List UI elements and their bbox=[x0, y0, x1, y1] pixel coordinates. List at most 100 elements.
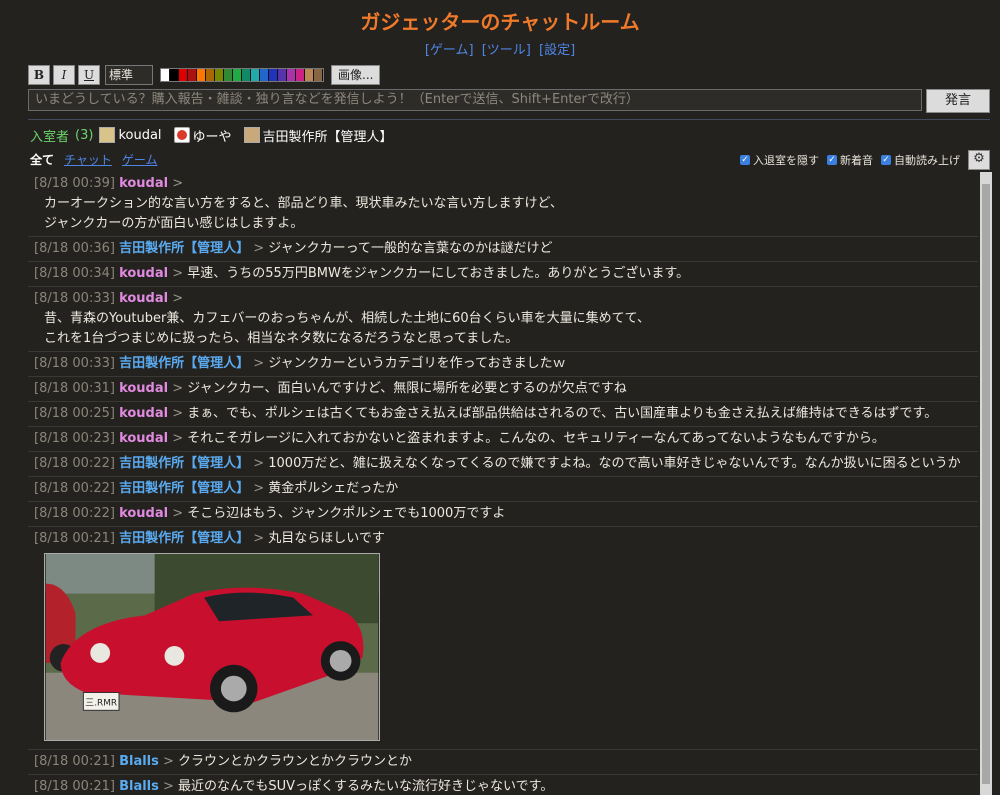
color-swatch[interactable] bbox=[269, 69, 278, 81]
chat-message: [8/18 00:25] koudal > まぁ、でも、ポルシェは古くてもお金さ… bbox=[28, 402, 978, 427]
color-swatch[interactable] bbox=[224, 69, 233, 81]
member-bar: 入室者 (3) koudal ゆーや 吉田製作所【管理人】 bbox=[30, 125, 399, 145]
tab-all[interactable]: 全て bbox=[30, 151, 54, 169]
separator: > bbox=[158, 754, 179, 769]
gear-icon[interactable]: ⚙ bbox=[968, 150, 990, 170]
message-text: 丸目ならほしいです bbox=[268, 531, 385, 546]
separator: > bbox=[249, 241, 269, 256]
message-author[interactable]: koudal bbox=[119, 431, 168, 446]
message-time: [8/18 00:36] bbox=[34, 241, 120, 256]
color-swatch[interactable] bbox=[161, 69, 170, 81]
avatar bbox=[243, 127, 260, 143]
scrollbar[interactable] bbox=[980, 172, 992, 795]
chat-message: [8/18 00:22] koudal > そこら辺はもう、ジャンクポルシェでも… bbox=[28, 502, 978, 527]
tab-game[interactable]: ゲーム bbox=[122, 151, 158, 169]
send-button[interactable]: 発言 bbox=[926, 89, 990, 113]
separator: > bbox=[249, 481, 269, 496]
separator: > bbox=[168, 176, 184, 191]
message-author[interactable]: koudal bbox=[119, 176, 168, 191]
chat-message: [8/18 00:22] 吉田製作所【管理人】 > 1000万だと、雑に扱えなく… bbox=[28, 452, 978, 477]
checkbox-icon[interactable]: ✓ bbox=[740, 155, 750, 165]
underline-button[interactable]: U bbox=[78, 65, 100, 85]
hide-entry-option[interactable]: ✓ 入退室を隠す bbox=[740, 152, 819, 168]
message-time: [8/18 00:33] bbox=[34, 291, 120, 306]
message-author[interactable]: koudal bbox=[119, 291, 168, 306]
member-yoshida[interactable]: 吉田製作所【管理人】 bbox=[243, 126, 393, 145]
member-name: koudal bbox=[118, 127, 162, 143]
message-time: [8/18 00:22] bbox=[34, 481, 120, 496]
color-swatch[interactable] bbox=[287, 69, 296, 81]
message-author[interactable]: Blalls bbox=[119, 754, 159, 769]
color-swatch[interactable] bbox=[188, 69, 197, 81]
settings-link[interactable]: [設定] bbox=[539, 43, 575, 58]
message-text: これを1台づつまじめに扱ったら、相当なネタ数になるだろうなと思ってました。 bbox=[44, 331, 519, 346]
message-text: ジャンクカーの方が面白い感じはしますよ。 bbox=[44, 216, 304, 231]
message-author[interactable]: 吉田製作所【管理人】 bbox=[119, 481, 249, 496]
message-author[interactable]: 吉田製作所【管理人】 bbox=[119, 356, 249, 371]
message-author[interactable]: koudal bbox=[119, 381, 168, 396]
color-swatch[interactable] bbox=[260, 69, 269, 81]
message-text: そこら辺はもう、ジャンクポルシェでも1000万ですよ bbox=[187, 506, 506, 521]
new-sound-option[interactable]: ✓ 新着音 bbox=[827, 152, 873, 168]
avatar bbox=[173, 127, 190, 143]
bold-button[interactable]: B bbox=[28, 65, 50, 85]
message-time: [8/18 00:21] bbox=[34, 754, 120, 769]
checkbox-icon[interactable]: ✓ bbox=[827, 155, 837, 165]
color-swatch[interactable] bbox=[278, 69, 287, 81]
message-author[interactable]: koudal bbox=[119, 266, 168, 281]
italic-button[interactable]: I bbox=[53, 65, 75, 85]
message-time: [8/18 00:23] bbox=[34, 431, 120, 446]
color-swatch[interactable] bbox=[242, 69, 251, 81]
message-input[interactable]: いまどうしている？購入報告・雑談・独り言などを発信しよう！（Enterで送信、S… bbox=[28, 89, 922, 111]
color-swatch[interactable] bbox=[233, 69, 242, 81]
image-button[interactable]: 画像... bbox=[331, 65, 381, 85]
avatar bbox=[99, 127, 116, 143]
auto-read-option[interactable]: ✓ 自動読み上げ bbox=[881, 152, 960, 168]
message-text: 早速、うちの55万円BMWをジャンクカーにしておきました。ありがとうございます。 bbox=[187, 266, 690, 281]
color-swatch[interactable] bbox=[197, 69, 206, 81]
chat-message: [8/18 00:36] 吉田製作所【管理人】 > ジャンクカーって一般的な言葉… bbox=[28, 237, 978, 262]
message-text: まぁ、でも、ポルシェは古くてもお金さえ払えば部品供給はされるので、古い国産車より… bbox=[187, 406, 938, 421]
color-swatch[interactable] bbox=[206, 69, 215, 81]
message-author[interactable]: 吉田製作所【管理人】 bbox=[119, 456, 249, 471]
color-swatch[interactable] bbox=[305, 69, 314, 81]
divider bbox=[28, 119, 990, 120]
message-author[interactable]: koudal bbox=[119, 406, 168, 421]
chat-message: [8/18 00:33] koudal > 昔、青森のYoutuber兼、カフェ… bbox=[28, 287, 978, 352]
message-time: [8/18 00:21] bbox=[34, 779, 120, 794]
color-swatch[interactable] bbox=[170, 69, 179, 81]
game-link[interactable]: [ゲーム] bbox=[425, 43, 474, 58]
options-bar: ✓ 入退室を隠す ✓ 新着音 ✓ 自動読み上げ ⚙ bbox=[740, 150, 990, 170]
tab-chat[interactable]: チャット bbox=[64, 151, 112, 169]
message-author[interactable]: 吉田製作所【管理人】 bbox=[119, 241, 249, 256]
member-name: 吉田製作所【管理人】 bbox=[262, 129, 393, 145]
separator: > bbox=[168, 291, 184, 306]
chat-message: [8/18 00:34] koudal > 早速、うちの55万円BMWをジャンク… bbox=[28, 262, 978, 287]
chat-log: [8/18 00:39] koudal > カーオークション的な言い方をすると、… bbox=[28, 172, 978, 795]
color-swatch[interactable] bbox=[314, 69, 323, 81]
color-swatch[interactable] bbox=[251, 69, 260, 81]
checkbox-icon[interactable]: ✓ bbox=[881, 155, 891, 165]
car-photo[interactable]: 三.RMR bbox=[44, 553, 380, 741]
member-yuya[interactable]: ゆーや bbox=[173, 126, 232, 145]
members-label: 入室者 bbox=[30, 129, 70, 145]
color-swatch[interactable] bbox=[215, 69, 224, 81]
separator: > bbox=[249, 531, 269, 546]
font-size-select[interactable]: 標準 bbox=[105, 65, 153, 85]
message-author[interactable]: 吉田製作所【管理人】 bbox=[119, 531, 249, 546]
format-toolbar: B I U 標準 画像... bbox=[28, 64, 381, 86]
tool-link[interactable]: [ツール] bbox=[482, 43, 531, 58]
message-text: ジャンクカー、面白いんですけど、無限に場所を必要とするのが欠点ですね bbox=[187, 381, 627, 396]
message-author[interactable]: Blalls bbox=[119, 779, 159, 794]
message-author[interactable]: koudal bbox=[119, 506, 168, 521]
color-swatch[interactable] bbox=[296, 69, 305, 81]
chat-message: [8/18 00:21] 吉田製作所【管理人】 > 丸目ならほしいです三.RMR bbox=[28, 527, 978, 750]
color-palette bbox=[160, 68, 324, 82]
color-swatch[interactable] bbox=[179, 69, 188, 81]
message-text: 最近のなんでもSUVっぽくするみたいな流行好きじゃないです。 bbox=[178, 779, 554, 794]
message-text: 1000万だと、雑に扱えなくなってくるので嫌ですよね。なので高い車好きじゃないん… bbox=[268, 456, 961, 471]
member-koudal[interactable]: koudal bbox=[99, 127, 162, 143]
message-time: [8/18 00:21] bbox=[34, 531, 120, 546]
scrollbar-thumb[interactable] bbox=[982, 184, 990, 784]
message-time: [8/18 00:22] bbox=[34, 456, 120, 471]
